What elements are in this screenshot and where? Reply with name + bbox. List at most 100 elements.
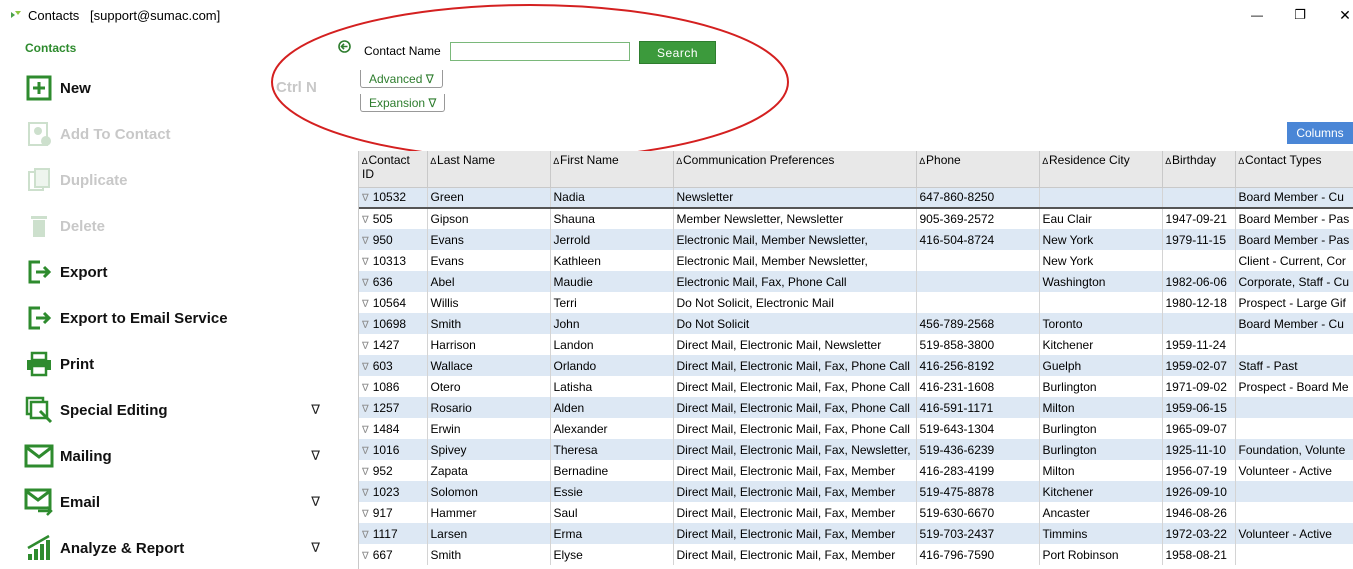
table-cell: 416-231-1608 <box>916 376 1040 397</box>
table-row[interactable]: ∇ 505 Gipson Shauna Member Newsletter, Newsl… <box>359 208 1353 229</box>
cell-value: Washington <box>1042 274 1106 289</box>
table-row[interactable]: ∇ 1023 Solomon Essie Direct Mail, Electronic… <box>359 481 1353 502</box>
row-expand-icon[interactable]: ∇ <box>362 467 369 478</box>
table-row[interactable]: ∇ 636 Abel Maudie Electronic Mail, Fax, Phon… <box>359 271 1353 292</box>
column-header[interactable]: ∆Last Name <box>427 151 551 188</box>
columns-button[interactable]: Columns <box>1287 122 1353 144</box>
close-button[interactable]: ✕ <box>1330 4 1353 26</box>
title-bar: Contacts [support@sumac.com] — ❐ ✕ <box>0 0 1353 32</box>
table-row[interactable]: ∇ 952 Zapata Bernadine Direct Mail, Electron… <box>359 460 1353 481</box>
cell-value: 1959-06-15 <box>1165 400 1227 415</box>
table-cell: Milton <box>1039 397 1163 418</box>
sidebar-item-analyze-report[interactable]: Analyze & Report ∇ <box>24 530 334 566</box>
table-row[interactable]: ∇ 1117 Larsen Erma Direct Mail, Electronic M… <box>359 523 1353 544</box>
row-expand-icon[interactable]: ∇ <box>362 193 369 204</box>
cell-value: Harrison <box>430 337 476 352</box>
row-expand-icon[interactable]: ∇ <box>362 551 369 562</box>
back-icon[interactable] <box>338 40 351 53</box>
expansion-toggle[interactable]: Expansion ∇ <box>360 94 446 112</box>
row-expand-icon[interactable]: ∇ <box>362 404 369 415</box>
advanced-toggle[interactable]: Advanced ∇ <box>360 70 443 88</box>
table-row[interactable]: ∇ 10564 Willis Terri Do Not Solicit, Electro… <box>359 292 1353 313</box>
sidebar-item-special-editing[interactable]: Special Editing ∇ <box>24 392 334 428</box>
row-expand-icon[interactable]: ∇ <box>362 299 369 310</box>
row-expand-icon[interactable]: ∇ <box>362 278 369 289</box>
sidebar-item-duplicate[interactable]: Duplicate <box>24 162 334 198</box>
table-cell: ∇ 950 <box>359 229 428 250</box>
table-row[interactable]: ∇ 1427 Harrison Landon Direct Mail, Electron… <box>359 334 1353 355</box>
row-expand-icon[interactable]: ∇ <box>362 341 369 352</box>
table-cell: Direct Mail, Electronic Mail, Fax, Membe… <box>673 544 917 565</box>
table-row[interactable]: ∇ 10532 Green Nadia Newsletter 647-860-8250 Bo… <box>359 187 1353 209</box>
sidebar-item-mailing[interactable]: Mailing ∇ <box>24 438 334 474</box>
cell-value: Terri <box>553 295 577 310</box>
table-row[interactable]: ∇ 1484 Erwin Alexander Direct Mail, Electron… <box>359 418 1353 439</box>
cell-value: Volunteer - Active <box>1238 463 1332 478</box>
maximize-button[interactable]: ❐ <box>1285 4 1315 26</box>
table-row[interactable]: ∇ 1086 Otero Latisha Direct Mail, Electronic… <box>359 376 1353 397</box>
row-expand-icon[interactable]: ∇ <box>362 530 369 541</box>
table-cell: Solomon <box>427 481 551 502</box>
search-button[interactable]: Search <box>639 41 716 64</box>
column-header[interactable]: ∆Contact Types <box>1235 151 1353 188</box>
table-cell: Port Robinson <box>1039 544 1163 565</box>
table-row[interactable]: ∇ 1016 Spivey Theresa Direct Mail, Electroni… <box>359 439 1353 460</box>
sidebar-item-export-email-service[interactable]: Export to Email Service <box>24 300 334 336</box>
table-row[interactable]: ∇ 1257 Rosario Alden Direct Mail, Electronic… <box>359 397 1353 418</box>
column-header[interactable]: ∆Contact ID <box>359 151 428 188</box>
cell-value: Solomon <box>430 484 478 499</box>
sidebar-item-print[interactable]: Print <box>24 346 334 382</box>
table-header-row: ∆Contact ID ∆Last Name ∆First Name ∆Communi… <box>359 151 1353 188</box>
column-header[interactable]: ∆Birthday <box>1162 151 1236 188</box>
row-expand-icon[interactable]: ∇ <box>362 446 369 457</box>
sidebar-item-email[interactable]: Email ∇ <box>24 484 334 520</box>
cell-value: Rosario <box>430 400 472 415</box>
table-cell: 1980-12-18 <box>1162 292 1236 313</box>
table-cell <box>1235 397 1353 418</box>
column-header-label: Last Name <box>437 153 496 167</box>
table-row[interactable]: ∇ 950 Evans Jerrold Electronic Mail, Member … <box>359 229 1353 250</box>
row-expand-icon[interactable]: ∇ <box>362 320 369 331</box>
sidebar-item-label: New <box>60 79 91 97</box>
row-expand-icon[interactable]: ∇ <box>362 236 369 247</box>
contact-name-input[interactable] <box>450 42 630 61</box>
column-header[interactable]: ∆Residence City <box>1039 151 1163 188</box>
cell-value: 519-630-6670 <box>919 505 995 520</box>
row-expand-icon[interactable]: ∇ <box>362 509 369 520</box>
cell-value: 10532 <box>372 190 407 205</box>
row-expand-icon[interactable]: ∇ <box>362 362 369 373</box>
table-row[interactable]: ∇ 10313 Evans Kathleen Electronic Mail, Memb… <box>359 250 1353 271</box>
cell-value: Essie <box>553 484 583 499</box>
cell-value: Bernadine <box>553 463 609 478</box>
sidebar-item-new[interactable]: New <box>24 70 334 106</box>
sidebar-item-label: Mailing <box>60 447 112 465</box>
cell-value: Zapata <box>430 463 468 478</box>
table-cell: Volunteer - Active <box>1235 523 1353 544</box>
cell-value: 1016 <box>372 442 400 457</box>
table-row[interactable]: ∇ 10698 Smith John Do Not Solicit 456-789-256… <box>359 313 1353 334</box>
minimize-button[interactable]: — <box>1242 4 1272 26</box>
column-header[interactable]: ∆First Name <box>550 151 674 188</box>
row-expand-icon[interactable]: ∇ <box>362 383 369 394</box>
cell-value: Board Member - Cu <box>1238 190 1344 205</box>
table-cell: Jerrold <box>550 229 674 250</box>
row-expand-icon[interactable]: ∇ <box>362 488 369 499</box>
row-expand-icon[interactable]: ∇ <box>362 425 369 436</box>
table-row[interactable]: ∇ 917 Hammer Saul Direct Mail, Electronic Ma… <box>359 502 1353 523</box>
table-cell: Foundation, Volunte <box>1235 439 1353 460</box>
column-header[interactable]: ∆Communication Preferences <box>673 151 917 188</box>
cell-value: 667 <box>372 547 393 562</box>
sidebar-item-delete[interactable]: Delete <box>24 208 334 244</box>
cell-value: 1980-12-18 <box>1165 295 1227 310</box>
cell-value: 519-858-3800 <box>919 337 995 352</box>
row-expand-icon[interactable]: ∇ <box>362 257 369 268</box>
table-row[interactable]: ∇ 603 Wallace Orlando Direct Mail, Electroni… <box>359 355 1353 376</box>
sidebar-item-add-to-contact[interactable]: Add To Contact <box>24 116 334 152</box>
sidebar-item-export[interactable]: Export <box>24 254 334 290</box>
column-header-label: Contact ID <box>362 153 410 181</box>
table-cell: Kathleen <box>550 250 674 271</box>
column-header[interactable]: ∆Phone <box>916 151 1040 188</box>
table-row[interactable]: ∇ 667 Smith Elyse Direct Mail, Electronic Ma… <box>359 544 1353 565</box>
table-cell: ∇ 603 <box>359 355 428 376</box>
row-expand-icon[interactable]: ∇ <box>362 215 369 226</box>
